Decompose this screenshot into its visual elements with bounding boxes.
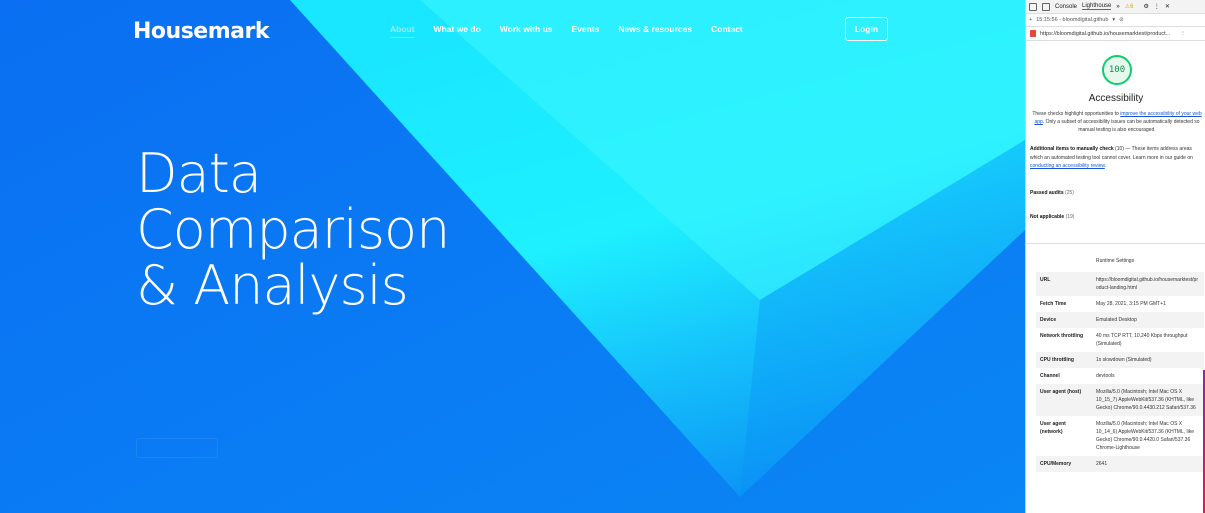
accessibility-score-gauge[interactable]: 100 [1102,55,1132,85]
main-nav: About What we do Work with us Events New… [390,24,762,38]
more-tabs-button[interactable]: » [1116,4,1119,10]
not-applicable-group[interactable]: Not applicable (19) [1030,214,1074,220]
close-devtools-icon[interactable]: ✕ [1165,3,1170,10]
housemark-logo[interactable]: Housemark [133,19,269,44]
more-options-icon[interactable]: ⋮ [1154,3,1160,10]
nav-what-we-do[interactable]: What we do [434,24,481,34]
device-toolbar-icon[interactable] [1042,2,1050,11]
nav-contact[interactable]: Contact [711,24,743,34]
report-selector[interactable]: 15:15:56 - bloomdigital.github [1036,17,1108,23]
clear-reports-icon[interactable]: ⊘ [1119,17,1124,23]
devtools-tabbar: Console Lighthouse » ⚠6 ⚙ ⋮ ✕ [1026,0,1205,14]
login-button[interactable]: Login [845,17,888,41]
table-row: URL https://bloomdigital.github.io/housem… [1036,272,1204,296]
table-row: Fetch Time May 28, 2021, 3:15 PM GMT+1 [1040,301,1166,307]
settings-gear-icon[interactable]: ⚙ [1143,3,1148,10]
score-value: 100 [1108,65,1126,75]
manual-check-section[interactable]: Additional items to manually check (10) … [1030,145,1204,171]
nav-about[interactable]: About [390,24,415,38]
accessibility-review-link[interactable]: conducting an accessibility review [1030,163,1105,169]
url-menu-icon[interactable]: ⋮ [1180,31,1186,37]
table-row: User agent (network) Mozilla/5.0 (Macinto… [1040,421,1195,451]
report-url: https://bloomdigital.github.io/housemark… [1040,30,1171,37]
category-description: These checks highlight opportunities to … [1032,111,1202,133]
runtime-settings-title: Runtime Settings [1096,258,1135,264]
warning-icon[interactable]: ⚠6 [1125,3,1139,10]
warning-count: 6 [1130,4,1134,10]
new-report-icon[interactable]: + [1029,17,1032,23]
runtime-settings-table: URL https://bloomdigital.github.io/housem… [1036,272,1204,472]
table-row: User agent (host) Mozilla/5.0 (Macintosh;… [1036,384,1204,416]
table-row: Channel devtools [1040,373,1115,379]
website-viewport: Housemark About What we do Work with us … [0,0,1025,513]
table-row: Device Emulated Desktop [1036,312,1204,328]
hero-cta-faint[interactable] [136,438,218,458]
nav-events[interactable]: Events [572,24,600,34]
hero-heading: Data Comparison & Analysis [136,142,450,317]
manual-check-title: Additional items to manually check [1030,146,1114,152]
table-row: Network throttling 40 ms TCP RTT, 10,240 … [1040,333,1188,347]
report-dropdown-icon[interactable]: ▾ [1112,17,1115,23]
lighthouse-logo-icon [1030,30,1036,37]
table-row: CPU throttling 1x slowdown (Simulated) [1036,352,1204,368]
nav-news-resources[interactable]: News & resources [618,24,692,34]
tab-console[interactable]: Console [1055,4,1077,10]
hero-line-3: & Analysis [136,254,409,317]
devtools-panel: Console Lighthouse » ⚠6 ⚙ ⋮ ✕ + 15:15:56… [1025,0,1205,513]
passed-audits-group[interactable]: Passed audits (25) [1030,190,1074,196]
tab-lighthouse[interactable]: Lighthouse [1082,3,1112,10]
category-title: Accessibility [1088,93,1144,104]
report-url-bar: https://bloomdigital.github.io/housemark… [1026,27,1205,41]
table-row: CPU/Memory 2641 [1036,456,1204,472]
hero-line-2: Comparison [136,198,450,261]
inspect-element-icon[interactable] [1029,2,1037,11]
lighthouse-toolbar: + 15:15:56 - bloomdigital.github ▾ ⊘ [1026,14,1205,27]
section-divider [1026,243,1205,244]
nav-work-with-us[interactable]: Work with us [500,24,553,34]
hero-line-1: Data [136,142,262,205]
